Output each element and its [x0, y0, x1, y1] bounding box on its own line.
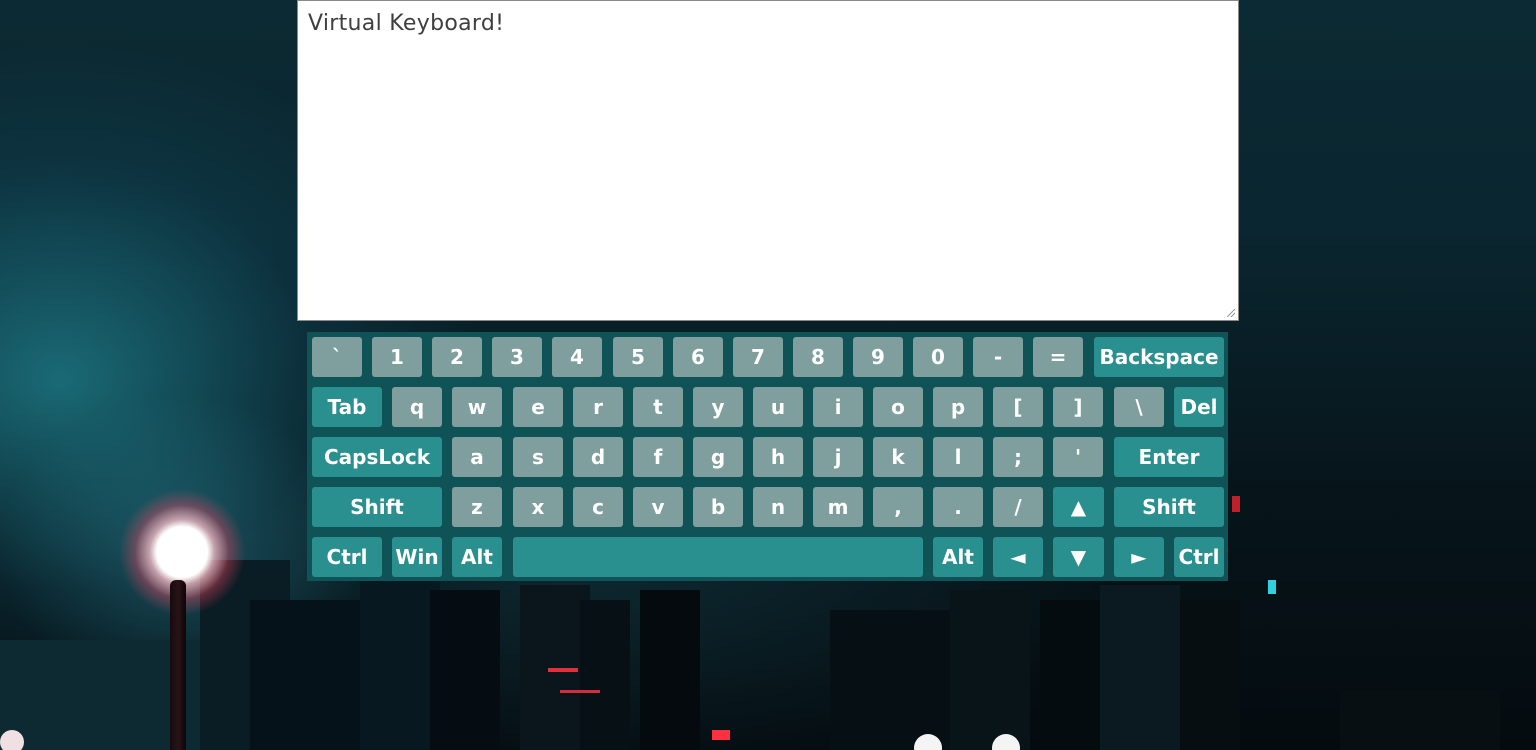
key-w[interactable]: w [452, 387, 502, 427]
key-4[interactable]: 4 [552, 337, 602, 377]
key-tab[interactable]: Tab [312, 387, 382, 427]
key-win[interactable]: Win [392, 537, 442, 577]
key-2[interactable]: 2 [432, 337, 482, 377]
key-enter[interactable]: Enter [1114, 437, 1224, 477]
key-1[interactable]: 1 [372, 337, 422, 377]
key-j[interactable]: j [813, 437, 863, 477]
key-b[interactable]: b [693, 487, 743, 527]
key-s[interactable]: s [513, 437, 563, 477]
key-k[interactable]: k [873, 437, 923, 477]
key-f[interactable]: f [633, 437, 683, 477]
text-area-content: Virtual Keyboard! [308, 11, 505, 36]
key-shift-right[interactable]: Shift [1114, 487, 1224, 527]
key-ctrl-left[interactable]: Ctrl [312, 537, 382, 577]
key-alt-left[interactable]: Alt [452, 537, 502, 577]
key-t[interactable]: t [633, 387, 683, 427]
key-o[interactable]: o [873, 387, 923, 427]
key-h[interactable]: h [753, 437, 803, 477]
key-period[interactable]: . [933, 487, 983, 527]
key-minus[interactable]: - [973, 337, 1023, 377]
key-m[interactable]: m [813, 487, 863, 527]
key-g[interactable]: g [693, 437, 743, 477]
key-n[interactable]: n [753, 487, 803, 527]
key-open-bracket[interactable]: [ [993, 387, 1043, 427]
key-space[interactable] [513, 537, 923, 577]
key-l[interactable]: l [933, 437, 983, 477]
key-z[interactable]: z [452, 487, 502, 527]
key-6[interactable]: 6 [673, 337, 723, 377]
key-arrow-left[interactable]: ◄ [993, 537, 1043, 577]
key-x[interactable]: x [513, 487, 563, 527]
key-arrow-down[interactable]: ▼ [1053, 537, 1104, 577]
key-d[interactable]: d [573, 437, 623, 477]
key-u[interactable]: u [753, 387, 803, 427]
resize-handle-icon[interactable] [1227, 309, 1235, 317]
key-5[interactable]: 5 [613, 337, 663, 377]
key-e[interactable]: e [513, 387, 563, 427]
key-slash[interactable]: / [993, 487, 1043, 527]
key-c[interactable]: c [573, 487, 623, 527]
key-quote[interactable]: ' [1053, 437, 1103, 477]
key-capslock[interactable]: CapsLock [312, 437, 442, 477]
key-8[interactable]: 8 [793, 337, 843, 377]
key-v[interactable]: v [633, 487, 683, 527]
key-close-bracket[interactable]: ] [1053, 387, 1103, 427]
key-equals[interactable]: = [1033, 337, 1083, 377]
key-backslash[interactable]: \ [1114, 387, 1164, 427]
key-9[interactable]: 9 [853, 337, 903, 377]
virtual-keyboard: ` 1 2 3 4 5 6 7 8 9 0- = Backspace Tab q w e r t y u i o p[] \ D… [307, 332, 1228, 581]
key-comma[interactable]: , [873, 487, 923, 527]
key-a[interactable]: a [452, 437, 502, 477]
key-q[interactable]: q [392, 387, 442, 427]
key-3[interactable]: 3 [492, 337, 542, 377]
key-arrow-right[interactable]: ► [1114, 537, 1164, 577]
text-area[interactable]: Virtual Keyboard! [297, 0, 1239, 321]
key-backspace[interactable]: Backspace [1094, 337, 1224, 377]
key-semicolon[interactable]: ; [993, 437, 1043, 477]
key-r[interactable]: r [573, 387, 623, 427]
key-shift-left[interactable]: Shift [312, 487, 442, 527]
key-y[interactable]: y [693, 387, 743, 427]
key-7[interactable]: 7 [733, 337, 783, 377]
key-0[interactable]: 0 [913, 337, 963, 377]
street-lamp-pole [170, 580, 186, 750]
key-p[interactable]: p [933, 387, 983, 427]
key-ctrl-right[interactable]: Ctrl [1174, 537, 1224, 577]
key-alt-right[interactable]: Alt [933, 537, 983, 577]
key-i[interactable]: i [813, 387, 863, 427]
key-del[interactable]: Del [1174, 387, 1224, 427]
key-arrow-up[interactable]: ▲ [1053, 487, 1104, 527]
key-backtick[interactable]: ` [312, 337, 362, 377]
